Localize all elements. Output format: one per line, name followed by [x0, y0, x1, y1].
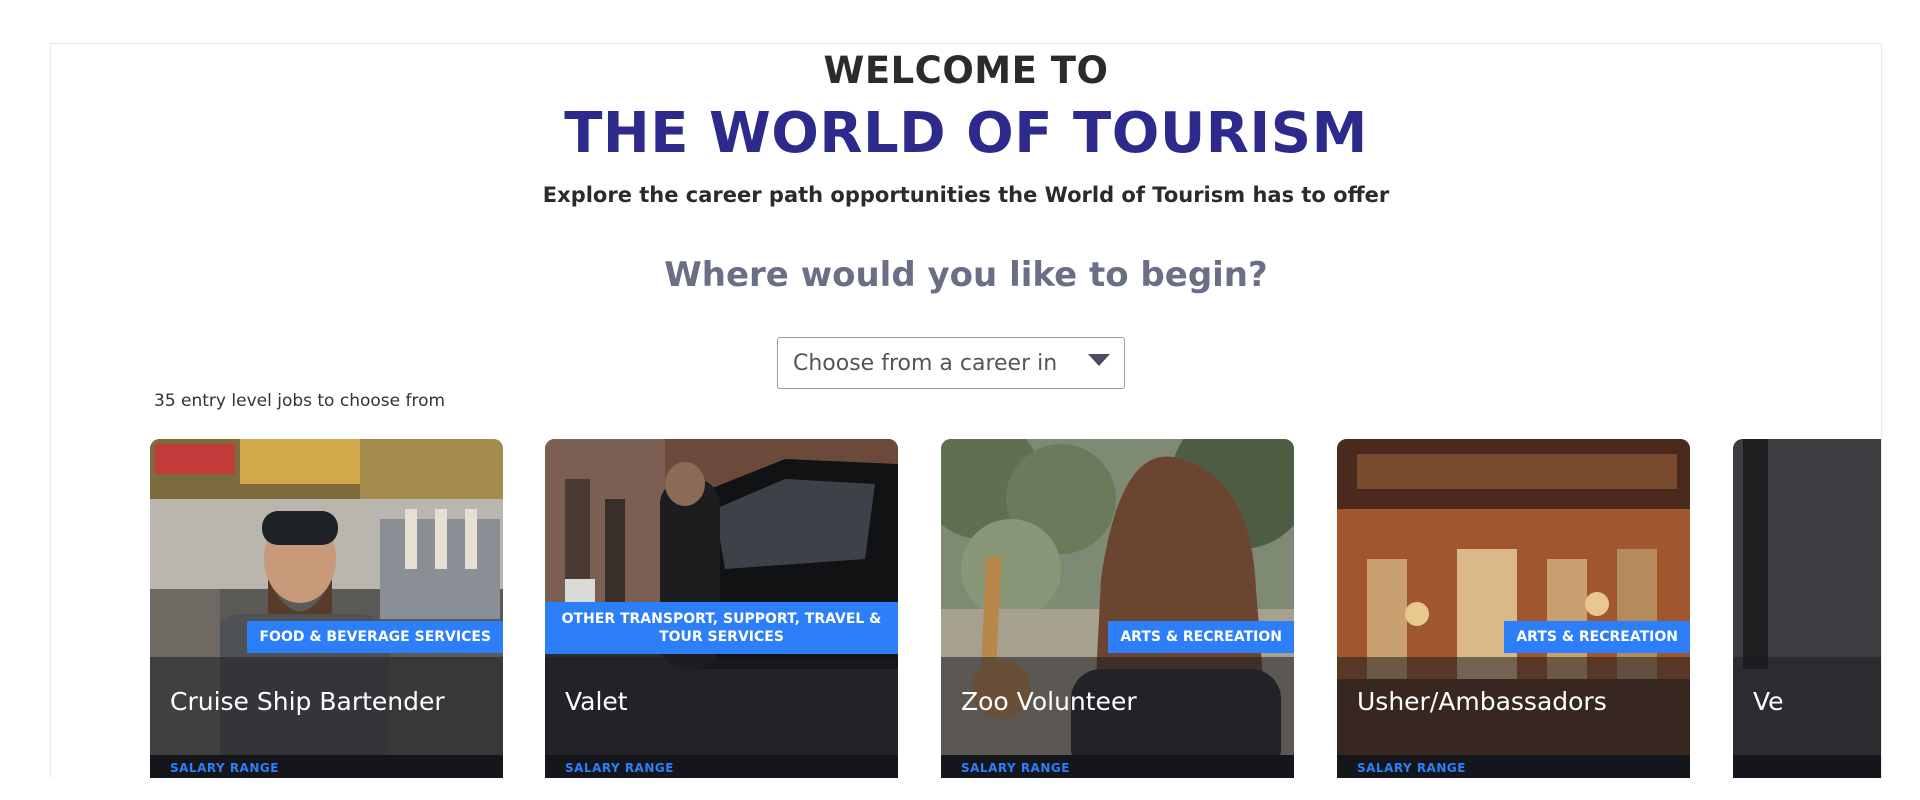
- job-card-zoo-volunteer[interactable]: ARTS & RECREATION Zoo Volunteer SALARY R…: [941, 439, 1294, 778]
- career-category-select[interactable]: Choose from a career in: [777, 337, 1125, 389]
- salary-label: SALARY RANGE: [961, 761, 1070, 775]
- job-card-partial[interactable]: Ve: [1733, 439, 1881, 778]
- job-title: Ve: [1753, 687, 1784, 716]
- salary-label: SALARY RANGE: [565, 761, 674, 775]
- job-title: Valet: [565, 687, 628, 716]
- welcome-heading: WELCOME TO: [823, 49, 1109, 92]
- job-title: Usher/Ambassadors: [1357, 687, 1607, 716]
- salary-label: SALARY RANGE: [1357, 761, 1466, 775]
- job-card-cruise-ship-bartender[interactable]: FOOD & BEVERAGE SERVICES Cruise Ship Bar…: [150, 439, 503, 778]
- category-badge: OTHER TRANSPORT, SUPPORT, TRAVEL & TOUR …: [545, 602, 898, 654]
- page-title: THE WORLD OF TOURISM: [564, 101, 1368, 166]
- job-card-valet[interactable]: OTHER TRANSPORT, SUPPORT, TRAVEL & TOUR …: [545, 439, 898, 778]
- jobs-count-label: 35 entry level jobs to choose from: [154, 391, 446, 411]
- card-footer: [1733, 755, 1881, 778]
- career-select-value: Choose from a career in: [793, 350, 1058, 376]
- category-badge: ARTS & RECREATION: [1108, 621, 1294, 653]
- page-subtitle: Explore the career path opportunities th…: [542, 183, 1390, 207]
- salary-label: SALARY RANGE: [170, 761, 279, 775]
- job-title: Cruise Ship Bartender: [170, 687, 445, 716]
- caret-down-icon: [1088, 354, 1110, 366]
- divider: [51, 43, 1881, 44]
- job-card-usher-ambassadors[interactable]: ARTS & RECREATION Usher/Ambassadors SALA…: [1337, 439, 1690, 778]
- category-badge: FOOD & BEVERAGE SERVICES: [247, 621, 503, 653]
- category-badge: ARTS & RECREATION: [1504, 621, 1690, 653]
- job-title: Zoo Volunteer: [961, 687, 1137, 716]
- page-frame: WELCOME TO THE WORLD OF TOURISM Explore …: [50, 43, 1882, 778]
- prompt-heading: Where would you like to begin?: [664, 255, 1268, 295]
